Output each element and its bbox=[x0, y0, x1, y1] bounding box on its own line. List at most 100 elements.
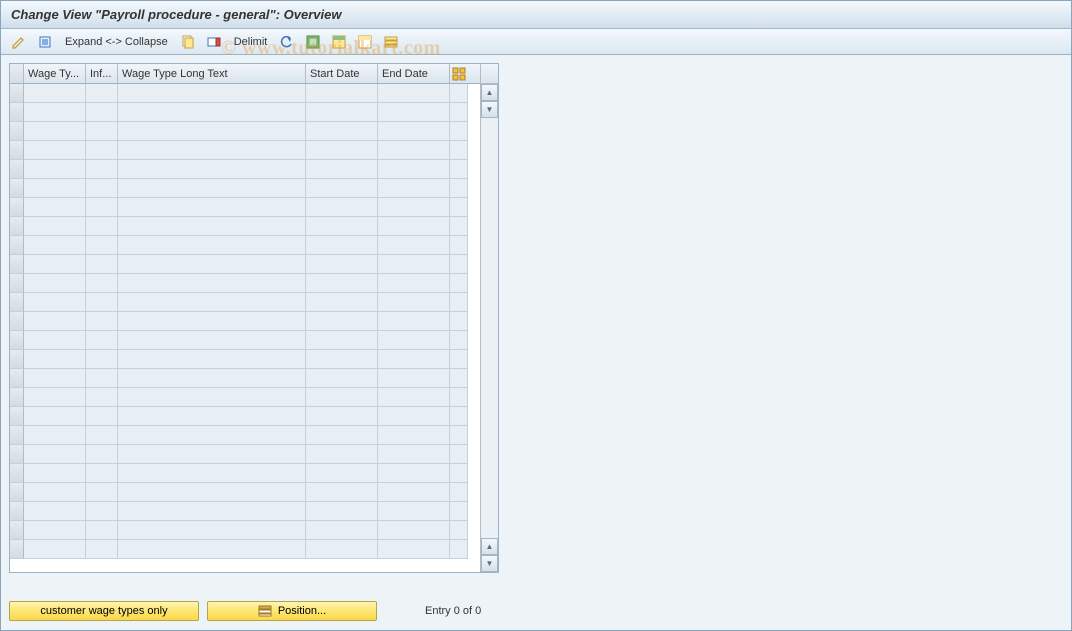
delete-icon[interactable] bbox=[202, 32, 226, 52]
table-cell[interactable] bbox=[118, 103, 306, 122]
row-selector[interactable] bbox=[10, 122, 24, 141]
deselect-all-icon[interactable] bbox=[353, 32, 377, 52]
table-cell[interactable] bbox=[24, 312, 86, 331]
table-cell[interactable] bbox=[378, 84, 450, 103]
table-cell[interactable] bbox=[24, 331, 86, 350]
table-cell[interactable] bbox=[118, 198, 306, 217]
table-cell[interactable] bbox=[378, 160, 450, 179]
col-wage-long[interactable]: Wage Type Long Text bbox=[118, 64, 306, 83]
table-cell[interactable] bbox=[378, 426, 450, 445]
table-cell[interactable] bbox=[450, 103, 468, 122]
table-cell[interactable] bbox=[118, 388, 306, 407]
row-selector[interactable] bbox=[10, 483, 24, 502]
table-cell[interactable] bbox=[86, 350, 118, 369]
table-cell[interactable] bbox=[118, 293, 306, 312]
table-cell[interactable] bbox=[378, 122, 450, 141]
table-cell[interactable] bbox=[86, 502, 118, 521]
table-cell[interactable] bbox=[24, 160, 86, 179]
table-cell[interactable] bbox=[118, 274, 306, 293]
table-cell[interactable] bbox=[118, 502, 306, 521]
table-cell[interactable] bbox=[24, 122, 86, 141]
table-cell[interactable] bbox=[378, 312, 450, 331]
table-cell[interactable] bbox=[24, 464, 86, 483]
table-cell[interactable] bbox=[306, 160, 378, 179]
table-cell[interactable] bbox=[450, 84, 468, 103]
table-cell[interactable] bbox=[118, 141, 306, 160]
table-cell[interactable] bbox=[86, 103, 118, 122]
row-selector[interactable] bbox=[10, 407, 24, 426]
table-cell[interactable] bbox=[24, 198, 86, 217]
table-cell[interactable] bbox=[450, 521, 468, 540]
customer-wage-types-button[interactable]: customer wage types only bbox=[9, 601, 199, 621]
table-cell[interactable] bbox=[86, 407, 118, 426]
scroll-up2-icon[interactable]: ▲ bbox=[481, 538, 498, 555]
table-cell[interactable] bbox=[86, 540, 118, 559]
table-cell[interactable] bbox=[450, 331, 468, 350]
table-cell[interactable] bbox=[378, 369, 450, 388]
table-cell[interactable] bbox=[118, 521, 306, 540]
table-cell[interactable] bbox=[118, 369, 306, 388]
row-selector[interactable] bbox=[10, 350, 24, 369]
delimit-button[interactable]: Delimit bbox=[228, 36, 274, 48]
table-cell[interactable] bbox=[24, 141, 86, 160]
table-cell[interactable] bbox=[378, 293, 450, 312]
row-selector[interactable] bbox=[10, 255, 24, 274]
scroll-track[interactable] bbox=[481, 118, 498, 538]
table-cell[interactable] bbox=[24, 236, 86, 255]
row-selector[interactable] bbox=[10, 502, 24, 521]
table-cell[interactable] bbox=[450, 179, 468, 198]
table-cell[interactable] bbox=[450, 502, 468, 521]
table-cell[interactable] bbox=[118, 179, 306, 198]
table-cell[interactable] bbox=[24, 407, 86, 426]
select-block-icon[interactable] bbox=[327, 32, 351, 52]
table-cell[interactable] bbox=[118, 236, 306, 255]
table-cell[interactable] bbox=[306, 236, 378, 255]
row-selector[interactable] bbox=[10, 426, 24, 445]
table-cell[interactable] bbox=[86, 445, 118, 464]
table-cell[interactable] bbox=[24, 426, 86, 445]
table-cell[interactable] bbox=[450, 293, 468, 312]
table-cell[interactable] bbox=[450, 407, 468, 426]
table-cell[interactable] bbox=[450, 350, 468, 369]
table-cell[interactable] bbox=[306, 84, 378, 103]
table-cell[interactable] bbox=[378, 407, 450, 426]
table-cell[interactable] bbox=[306, 350, 378, 369]
row-selector[interactable] bbox=[10, 84, 24, 103]
table-cell[interactable] bbox=[378, 331, 450, 350]
table-cell[interactable] bbox=[306, 103, 378, 122]
table-cell[interactable] bbox=[450, 483, 468, 502]
table-cell[interactable] bbox=[24, 350, 86, 369]
undo-icon[interactable] bbox=[275, 32, 299, 52]
row-selector[interactable] bbox=[10, 464, 24, 483]
scroll-down2-icon[interactable]: ▼ bbox=[481, 555, 498, 572]
table-cell[interactable] bbox=[24, 369, 86, 388]
table-cell[interactable] bbox=[86, 274, 118, 293]
table-cell[interactable] bbox=[306, 312, 378, 331]
row-selector[interactable] bbox=[10, 198, 24, 217]
table-cell[interactable] bbox=[86, 236, 118, 255]
table-cell[interactable] bbox=[24, 274, 86, 293]
table-cell[interactable] bbox=[86, 293, 118, 312]
expand-collapse-button[interactable]: Expand <-> Collapse bbox=[59, 36, 174, 48]
table-cell[interactable] bbox=[24, 103, 86, 122]
row-selector[interactable] bbox=[10, 103, 24, 122]
table-cell[interactable] bbox=[86, 312, 118, 331]
table-cell[interactable] bbox=[86, 160, 118, 179]
table-cell[interactable] bbox=[306, 141, 378, 160]
table-cell[interactable] bbox=[24, 179, 86, 198]
row-selector[interactable] bbox=[10, 293, 24, 312]
col-wage-type[interactable]: Wage Ty... bbox=[24, 64, 86, 83]
table-cell[interactable] bbox=[450, 255, 468, 274]
table-cell[interactable] bbox=[378, 217, 450, 236]
scroll-down-icon[interactable]: ▼ bbox=[481, 101, 498, 118]
table-cell[interactable] bbox=[306, 464, 378, 483]
table-cell[interactable] bbox=[378, 255, 450, 274]
table-cell[interactable] bbox=[450, 141, 468, 160]
table-cell[interactable] bbox=[24, 502, 86, 521]
table-cell[interactable] bbox=[378, 274, 450, 293]
table-cell[interactable] bbox=[118, 407, 306, 426]
table-cell[interactable] bbox=[86, 331, 118, 350]
table-cell[interactable] bbox=[450, 198, 468, 217]
col-start-date[interactable]: Start Date bbox=[306, 64, 378, 83]
row-selector[interactable] bbox=[10, 521, 24, 540]
